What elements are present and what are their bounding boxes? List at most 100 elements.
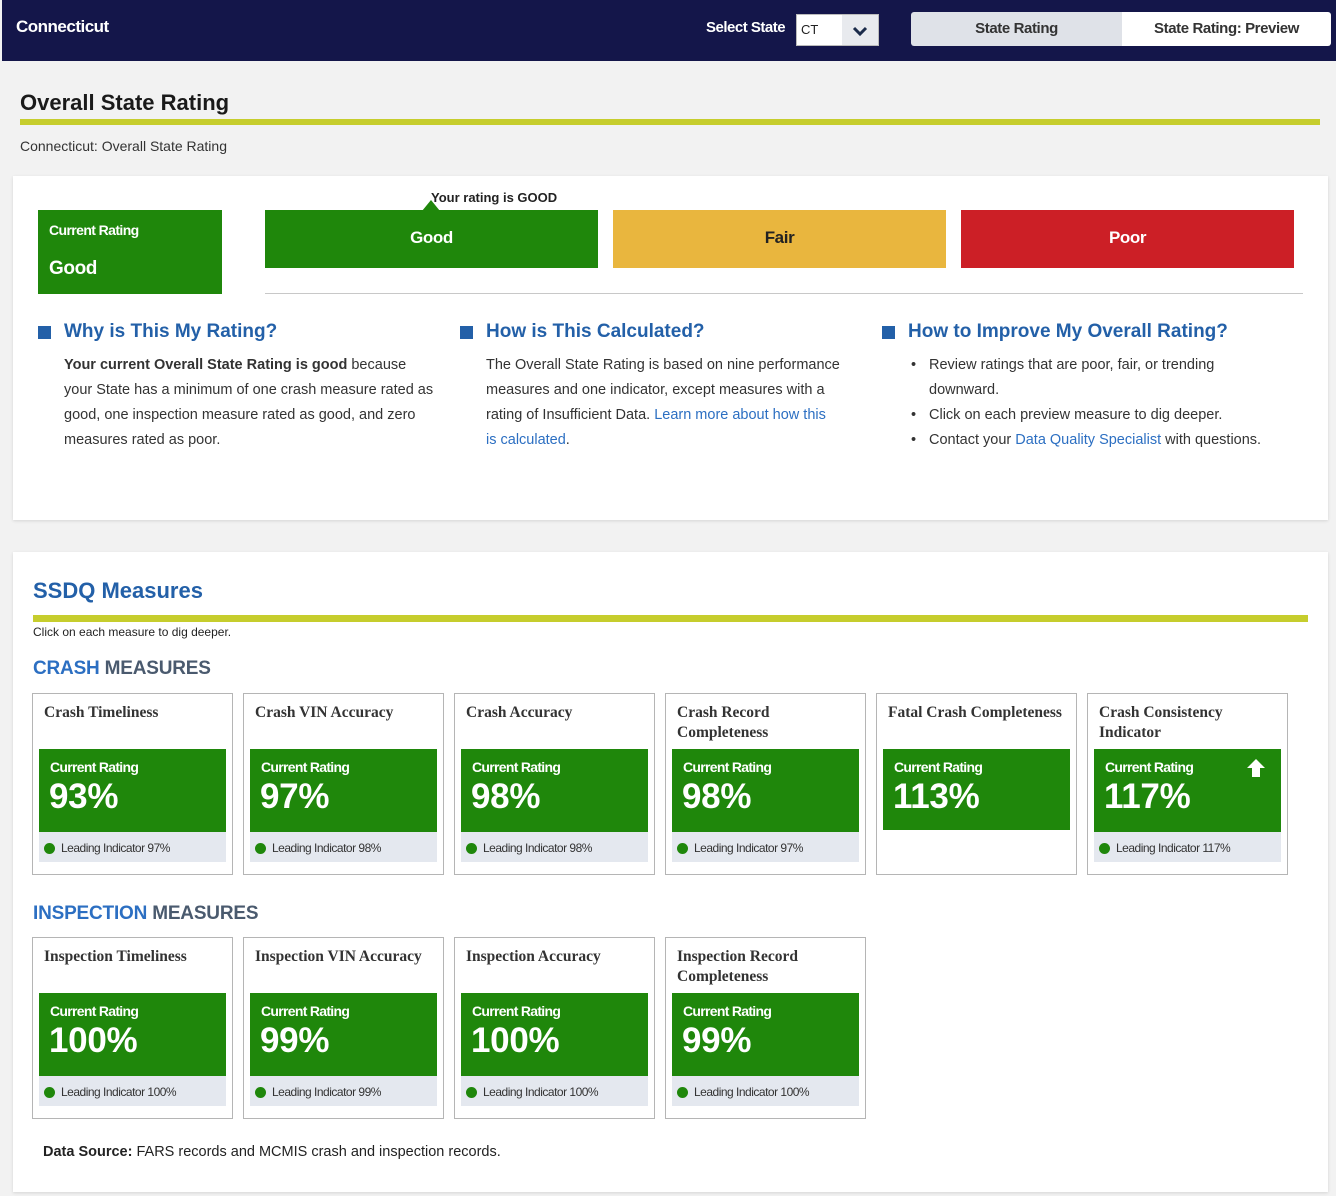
arrow-up-icon [1245,757,1267,784]
status-dot-icon [677,843,688,854]
leading-indicator: Leading Indicator 117% [1094,832,1281,862]
measure-card-inspection-vin-accuracy[interactable]: Inspection VIN Accuracy Current Rating 9… [243,937,444,1119]
square-bullet-icon [460,326,473,339]
your-rating-text: Your rating is GOOD [431,190,558,205]
current-rating-label: Current Rating [49,222,139,238]
how-calculated-text: The Overall State Rating is based on nin… [486,357,840,448]
why-rating-text: Your current Overall State Rating is goo… [64,357,434,448]
current-rating-box: Current Rating 93% [39,749,226,841]
measure-card-crash-record-completeness[interactable]: Crash Record Completeness Current Rating… [665,693,866,875]
measure-name: Fatal Crash Completeness [888,704,1062,721]
current-rating-box: Current Rating 100% [461,993,648,1085]
current-rating-value: Good [49,258,97,279]
measure-name: Crash VIN Accuracy [255,704,394,721]
leading-indicator: Leading Indicator 100% [39,1076,226,1106]
state-name-title: Connecticut [16,17,109,36]
select-state-label: Select State [706,19,786,36]
scale-fair: Fair [613,210,946,268]
measure-card-inspection-accuracy[interactable]: Inspection Accuracy Current Rating 100% … [454,937,655,1119]
leading-indicator: Leading Indicator 98% [250,832,437,862]
measure-name: Inspection Record Completeness [677,948,798,985]
leading-indicator: Leading Indicator 100% [672,1076,859,1106]
current-rating-box: Current Rating 97% [250,749,437,841]
rating-value: 99% [260,1021,330,1060]
chevron-down-icon[interactable] [842,15,878,45]
top-navigation-bar: Connecticut Select State CT State Rating… [2,0,1336,61]
rating-value: 117% [1104,777,1191,816]
measure-name: Inspection Accuracy [466,948,601,965]
current-rating-box: Current Rating 99% [672,993,859,1085]
square-bullet-icon [38,326,51,339]
improve-list: Review ratings that are poor, fair, or t… [908,353,1262,453]
measure-name: Inspection Timeliness [44,948,187,965]
measures-hint: Click on each measure to dig deeper. [33,625,232,639]
leading-indicator: Leading Indicator 100% [461,1076,648,1106]
rating-value: 99% [682,1021,752,1060]
leading-indicator: Leading Indicator 97% [672,832,859,862]
ssdq-measures-panel: SSDQ Measures Click on each measure to d… [13,552,1328,1192]
list-item: Click on each preview measure to dig dee… [908,403,1262,428]
title-divider [20,119,1320,125]
leading-indicator: Leading Indicator 99% [250,1076,437,1106]
data-quality-specialist-link[interactable]: Data Quality Specialist [1015,432,1161,448]
page-title: Overall State Rating [20,90,230,115]
measure-name: Crash Accuracy [466,704,573,721]
current-rating-box: Current Rating 117% [1094,749,1281,841]
ssdq-measures-title: SSDQ Measures [33,578,203,603]
rating-value: 100% [49,1021,138,1060]
status-dot-icon [677,1087,688,1098]
measure-card-crash-consistency-indicator[interactable]: Crash Consistency Indicator Current Rati… [1087,693,1288,875]
rating-value: 97% [260,777,330,816]
leading-indicator: Leading Indicator 98% [461,832,648,862]
current-rating-box: Current Rating 98% [672,749,859,841]
how-calculated-section: How is This Calculated? The Overall Stat… [460,321,840,453]
current-rating-box: Current Rating Good [38,210,222,294]
status-dot-icon [255,843,266,854]
status-dot-icon [255,1087,266,1098]
measure-card-crash-vin-accuracy[interactable]: Crash VIN Accuracy Current Rating 97% Le… [243,693,444,875]
improve-rating-heading: How to Improve My Overall Rating? [882,321,1262,343]
measure-card-inspection-record-completeness[interactable]: Inspection Record Completeness Current R… [665,937,866,1119]
measure-card-inspection-timeliness[interactable]: Inspection Timeliness Current Rating 100… [32,937,233,1119]
measure-name: Inspection VIN Accuracy [255,948,422,965]
rating-value: 113% [893,777,980,816]
improve-rating-section: How to Improve My Overall Rating? Review… [882,321,1262,453]
status-dot-icon [466,843,477,854]
measure-name: Crash Record Completeness [677,704,770,741]
scale-divider [265,293,1303,294]
list-item: Review ratings that are poor, fair, or t… [908,353,1262,403]
rating-value: 98% [682,777,752,816]
data-source-note: Data Source: FARS records and MCMIS cras… [43,1144,501,1160]
measure-card-crash-timeliness[interactable]: Crash Timeliness Current Rating 93% Lead… [32,693,233,875]
why-rating-section: Why is This My Rating? Your current Over… [38,321,438,453]
measure-name: Crash Timeliness [44,704,159,721]
status-dot-icon [466,1087,477,1098]
measure-card-fatal-crash-completeness[interactable]: Fatal Crash Completeness Current Rating … [876,693,1077,875]
status-dot-icon [1099,843,1110,854]
current-rating-box: Current Rating 98% [461,749,648,841]
scale-good: Good [265,210,598,268]
status-dot-icon [44,843,55,854]
measure-name: Crash Consistency Indicator [1099,704,1223,741]
current-rating-box: Current Rating 113% [883,749,1070,830]
state-select-dropdown[interactable]: CT [796,14,879,46]
rating-value: 93% [49,777,119,816]
crash-measures-heading: CRASH MEASURES [33,658,211,679]
inspection-measures-heading: INSPECTION MEASURES [33,903,259,924]
list-item: Contact your Data Quality Specialist wit… [908,428,1262,453]
square-bullet-icon [882,326,895,339]
current-rating-box: Current Rating 100% [39,993,226,1085]
selected-state-value: CT [801,22,819,37]
tab-state-rating[interactable]: State Rating [911,12,1122,46]
measures-divider [33,615,1308,622]
why-rating-heading: Why is This My Rating? [38,321,438,343]
status-dot-icon [44,1087,55,1098]
measure-card-crash-accuracy[interactable]: Crash Accuracy Current Rating 98% Leadin… [454,693,655,875]
tab-state-rating-preview[interactable]: State Rating: Preview [1122,12,1331,46]
current-rating-box: Current Rating 99% [250,993,437,1085]
rating-value: 100% [471,1021,560,1060]
rating-value: 98% [471,777,541,816]
breadcrumb: Connecticut: Overall State Rating [20,138,227,154]
scale-poor: Poor [961,210,1294,268]
overall-rating-panel: Current Rating Good Your rating is GOOD … [13,176,1328,520]
